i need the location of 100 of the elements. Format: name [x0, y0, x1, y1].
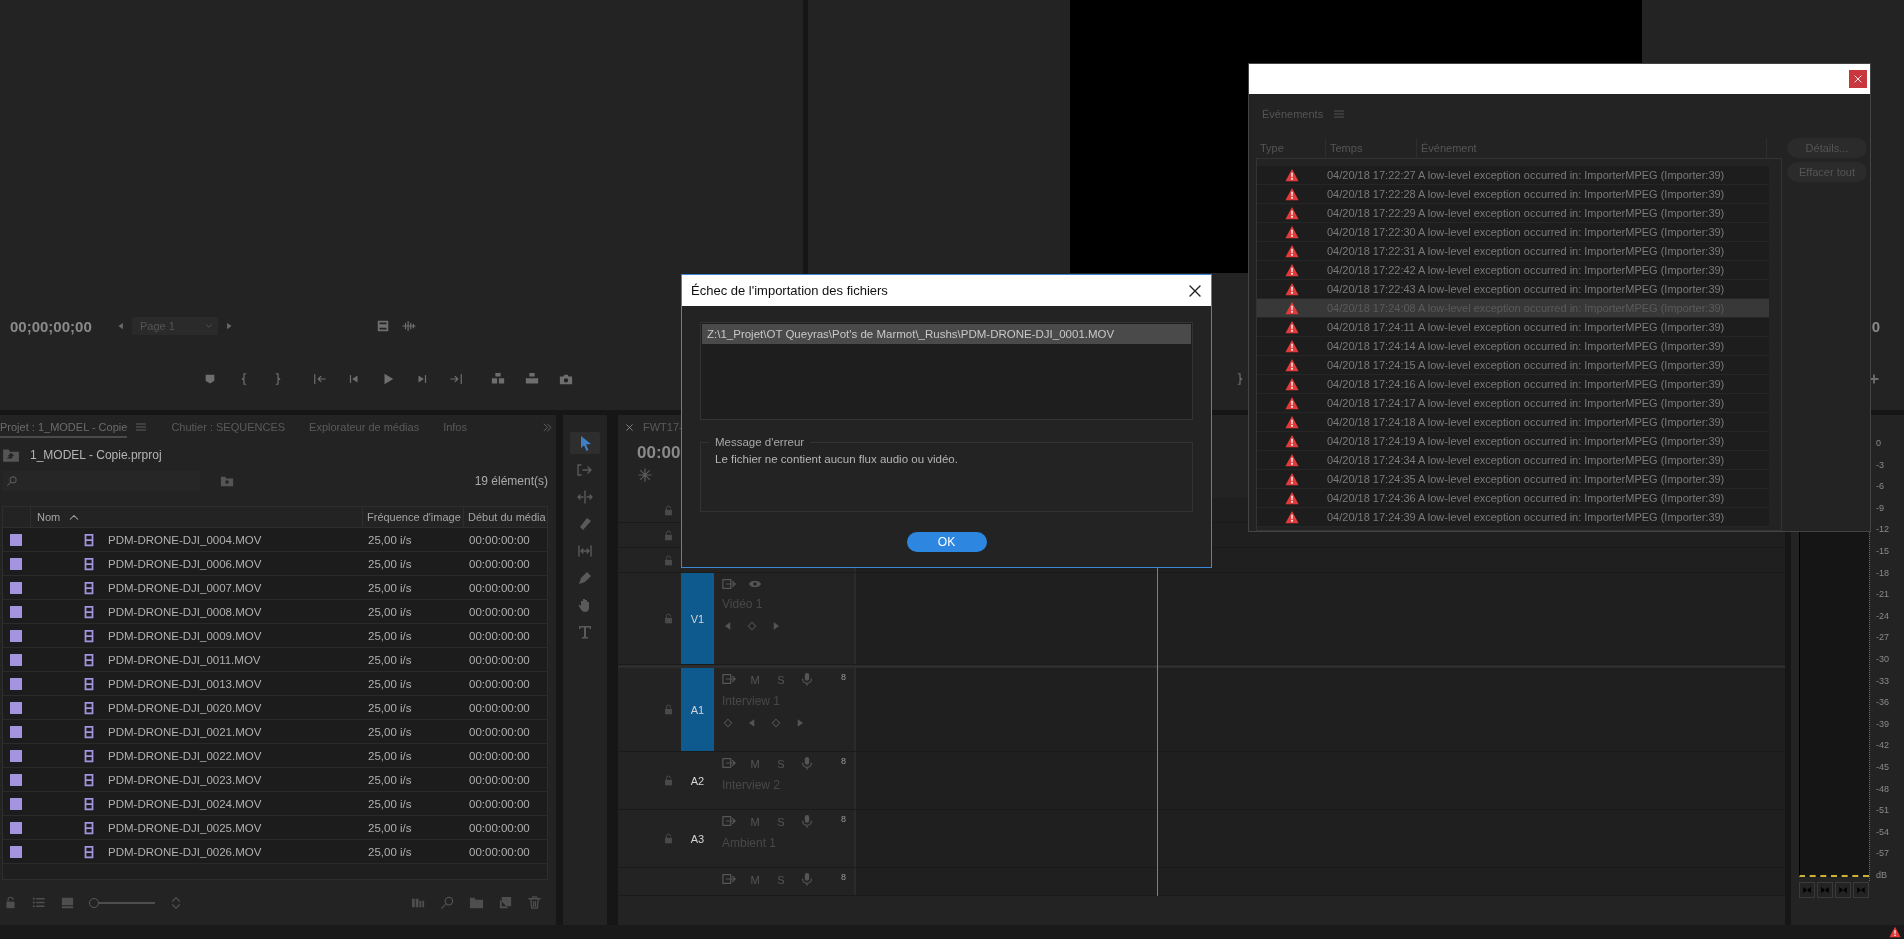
scale-label: -45 — [1875, 761, 1889, 773]
channel-count: 8 — [841, 672, 846, 682]
scale-label: -51 — [1875, 805, 1889, 817]
event-row[interactable]: 04/20/18 17:24:16 A low-level exception occurred in: ImporterMPEG (Importer:39) — [1257, 375, 1769, 394]
event-message: A low-level exception occurred in: ImporterMPEG (Importer:39) — [1418, 283, 1725, 295]
event-time: 04/20/18 17:24:34 — [1327, 454, 1417, 466]
event-row[interactable]: 04/20/18 17:22:29 A low-level exception occurred in: ImporterMPEG (Importer:39) — [1257, 204, 1769, 223]
event-row[interactable]: 04/20/18 17:22:42 A low-level exception occurred in: ImporterMPEG (Importer:39) — [1257, 261, 1769, 280]
event-message: A low-level exception occurred in: ImporterMPEG (Importer:39) — [1418, 435, 1725, 447]
table-cell-text: 00:00:00:00 — [468, 581, 531, 594]
track-target[interactable]: A3 — [681, 810, 714, 867]
event-time: 04/20/18 17:24:15 — [1327, 359, 1417, 371]
table-cell: PDM-DRONE-DJI_0009.MOV — [108, 629, 262, 642]
scale-label: -24 — [1875, 610, 1889, 622]
scale-label: -15 — [1875, 545, 1889, 557]
event-row[interactable]: 04/20/18 17:22:43 A low-level exception occurred in: ImporterMPEG (Importer:39) — [1257, 280, 1769, 299]
event-row[interactable]: 04/20/18 17:24:35 A low-level exception occurred in: ImporterMPEG (Importer:39) — [1257, 470, 1769, 489]
event-row[interactable]: 04/20/18 17:24:14 A low-level exception occurred in: ImporterMPEG (Importer:39) — [1257, 337, 1769, 356]
scale-label: -48 — [1875, 783, 1889, 795]
event-time: 04/20/18 17:22:27 — [1327, 169, 1417, 181]
event-row[interactable]: 04/20/18 17:24:15 A low-level exception occurred in: ImporterMPEG (Importer:39) — [1257, 356, 1769, 375]
event-message: A low-level exception occurred in: ImporterMPEG (Importer:39) — [1418, 321, 1725, 333]
event-time: 04/20/18 17:24:39 — [1327, 511, 1417, 523]
table-cell-text: 00:00:00:00 — [468, 821, 531, 834]
event-time: 04/20/18 17:24:17 — [1327, 397, 1417, 409]
event-row[interactable]: 04/20/18 17:24:18 A low-level exception occurred in: ImporterMPEG (Importer:39) — [1257, 413, 1769, 432]
table-cell-text: 00:00:00:00 — [468, 701, 531, 714]
table-cell: PDM-DRONE-DJI_0011.MOV — [108, 653, 261, 666]
event-row[interactable]: 04/20/18 17:24:34 A low-level exception occurred in: ImporterMPEG (Importer:39) — [1257, 451, 1769, 470]
table-cell: PDM-DRONE-DJI_0025.MOV — [108, 821, 262, 834]
table-cell-text: 00:00:00:00 — [468, 605, 531, 618]
event-row[interactable]: 04/20/18 17:22:30 A low-level exception occurred in: ImporterMPEG (Importer:39) — [1257, 223, 1769, 242]
table-cell-text: 00:00:00:00 — [468, 677, 531, 690]
table-cell: PDM-DRONE-DJI_0022.MOV — [108, 749, 262, 762]
event-message: A low-level exception occurred in: ImporterMPEG (Importer:39) — [1418, 245, 1725, 257]
event-time: 04/20/18 17:22:42 — [1327, 264, 1417, 276]
scale-label: -39 — [1875, 718, 1889, 730]
track-target[interactable]: A2 — [681, 752, 714, 809]
event-message: A low-level exception occurred in: ImporterMPEG (Importer:39) — [1418, 473, 1725, 485]
table-cell-text: 25,00 i/s — [367, 557, 413, 570]
event-time: 04/20/18 17:24:19 — [1327, 435, 1417, 447]
event-row[interactable]: 04/20/18 17:22:31 A low-level exception occurred in: ImporterMPEG (Importer:39) — [1257, 242, 1769, 261]
item-count: 19 élément(s) — [474, 474, 548, 488]
table-cell: PDM-DRONE-DJI_0023.MOV — [108, 773, 262, 786]
event-row[interactable]: 04/20/18 17:24:17 A low-level exception occurred in: ImporterMPEG (Importer:39) — [1257, 394, 1769, 413]
event-row[interactable]: 04/20/18 17:24:11 A low-level exception occurred in: ImporterMPEG (Importer:39) — [1257, 318, 1769, 337]
event-time: 04/20/18 17:24:11 — [1327, 321, 1416, 333]
event-row[interactable]: 04/20/18 17:24:39 A low-level exception occurred in: ImporterMPEG (Importer:39) — [1257, 508, 1769, 527]
table-cell-text: 25,00 i/s — [367, 533, 413, 546]
table-cell-text: 25,00 i/s — [367, 821, 413, 834]
column-header[interactable]: Fréquence d'image — [362, 507, 463, 527]
scale-label: -33 — [1875, 675, 1889, 687]
timecode: 00;00;00;00 — [10, 317, 93, 335]
event-message: A low-level exception occurred in: ImporterMPEG (Importer:39) — [1418, 169, 1725, 181]
track-target[interactable]: A1 — [681, 668, 714, 751]
column-header[interactable]: Nom — [37, 511, 61, 523]
table-cell-text: 00:00:00:00 — [468, 653, 531, 666]
table-cell-text: 25,00 i/s — [367, 605, 413, 618]
error-message: Le fichier ne contient aucun flux audio ou vidéo. — [714, 453, 959, 465]
scale-label: -54 — [1875, 826, 1889, 838]
event-row[interactable]: 04/20/18 17:22:27 A low-level exception occurred in: ImporterMPEG (Importer:39) — [1257, 166, 1769, 185]
event-message: A low-level exception occurred in: ImporterMPEG (Importer:39) — [1418, 359, 1725, 371]
event-row[interactable]: 04/20/18 17:24:19 A low-level exception occurred in: ImporterMPEG (Importer:39) — [1257, 432, 1769, 451]
event-row[interactable]: 04/20/18 17:22:28 A low-level exception occurred in: ImporterMPEG (Importer:39) — [1257, 185, 1769, 204]
panel-tab[interactable]: Projet : 1_MODEL - Copie — [0, 416, 128, 438]
event-time: 04/20/18 17:22:29 — [1327, 207, 1417, 219]
table-cell-text: 25,00 i/s — [367, 653, 413, 666]
table-cell-text: 25,00 i/s — [367, 797, 413, 810]
table-cell-text: 00:00:00:00 — [468, 557, 531, 570]
timecode: 0 — [1871, 317, 1880, 335]
table-cell-text: 25,00 i/s — [367, 677, 413, 690]
table-cell: PDM-DRONE-DJI_0013.MOV — [108, 677, 262, 690]
table-cell-text: 25,00 i/s — [367, 581, 413, 594]
event-row[interactable]: 04/20/18 17:24:36 A low-level exception occurred in: ImporterMPEG (Importer:39) — [1257, 489, 1769, 508]
timecode: 00:00 — [637, 442, 681, 463]
table-cell: PDM-DRONE-DJI_0006.MOV — [108, 557, 262, 570]
table-cell-text: 00:00:00:00 — [468, 629, 531, 642]
table-cell-text: 00:00:00:00 — [468, 797, 531, 810]
project-file-name: 1_MODEL - Copie.prproj — [30, 448, 162, 462]
scale-label: -12 — [1875, 524, 1889, 536]
table-cell-text: 00:00:00:00 — [468, 845, 531, 858]
table-cell-text: 25,00 i/s — [367, 773, 413, 786]
column-header[interactable]: Début du média — [463, 507, 547, 527]
channel-count: 8 — [841, 872, 846, 882]
event-time: 04/20/18 17:22:28 — [1327, 188, 1417, 200]
event-message: A low-level exception occurred in: ImporterMPEG (Importer:39) — [1418, 264, 1725, 276]
table-cell: PDM-DRONE-DJI_0020.MOV — [108, 701, 262, 714]
scale-label: -36 — [1875, 697, 1889, 709]
table-cell: PDM-DRONE-DJI_0026.MOV — [108, 845, 262, 858]
event-time: 04/20/18 17:24:18 — [1327, 416, 1417, 428]
channel-count: 8 — [841, 814, 846, 824]
group-label: Message d'erreur — [709, 435, 811, 449]
event-time: 04/20/18 17:24:14 — [1327, 340, 1417, 352]
scale-label: -57 — [1875, 848, 1889, 860]
track-target[interactable]: V1 — [681, 573, 714, 664]
file-item[interactable]: Z:\1_Projet\OT Queyras\Pot's de Marmot\_Rushs\PDM-DRONE-DJI_0001.MOV — [702, 324, 1191, 344]
ok-button[interactable]: OK — [906, 532, 987, 552]
event-message: A low-level exception occurred in: ImporterMPEG (Importer:39) — [1418, 454, 1725, 466]
event-time: 04/20/18 17:22:31 — [1327, 245, 1417, 257]
scale-label: -42 — [1875, 740, 1889, 752]
